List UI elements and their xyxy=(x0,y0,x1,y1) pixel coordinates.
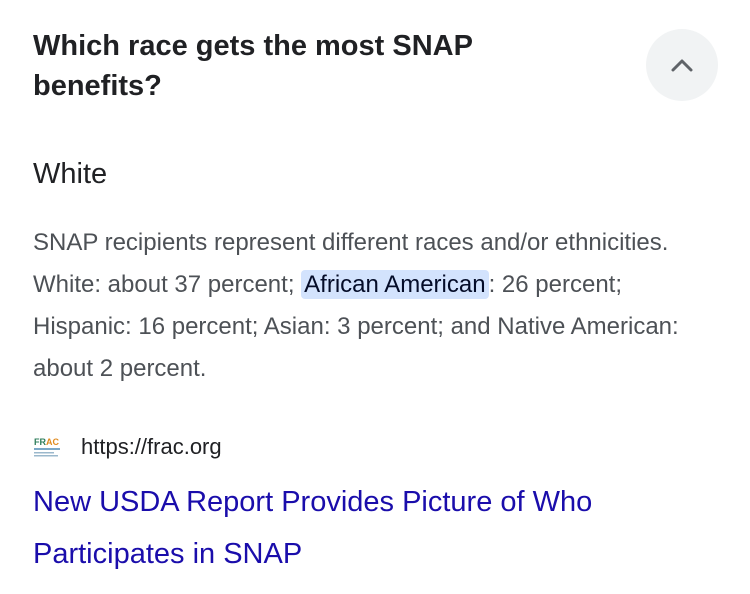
snippet-text: SNAP recipients represent different race… xyxy=(33,222,723,390)
svg-text:FR: FR xyxy=(34,437,46,447)
question-heading: Which race gets the most SNAP benefits? xyxy=(33,30,473,102)
snippet-highlight: African American xyxy=(301,270,489,299)
answer-text: White xyxy=(33,158,108,190)
collapse-button[interactable] xyxy=(646,29,718,101)
frac-logo-icon: FR AC xyxy=(34,437,60,457)
source-url[interactable]: https://frac.org xyxy=(81,434,222,460)
result-title-link[interactable]: New USDA Report Provides Picture of Who … xyxy=(33,476,713,580)
chevron-up-icon xyxy=(671,59,693,72)
svg-text:AC: AC xyxy=(46,437,59,447)
source-row[interactable]: FR AC https://frac.org xyxy=(33,432,222,462)
